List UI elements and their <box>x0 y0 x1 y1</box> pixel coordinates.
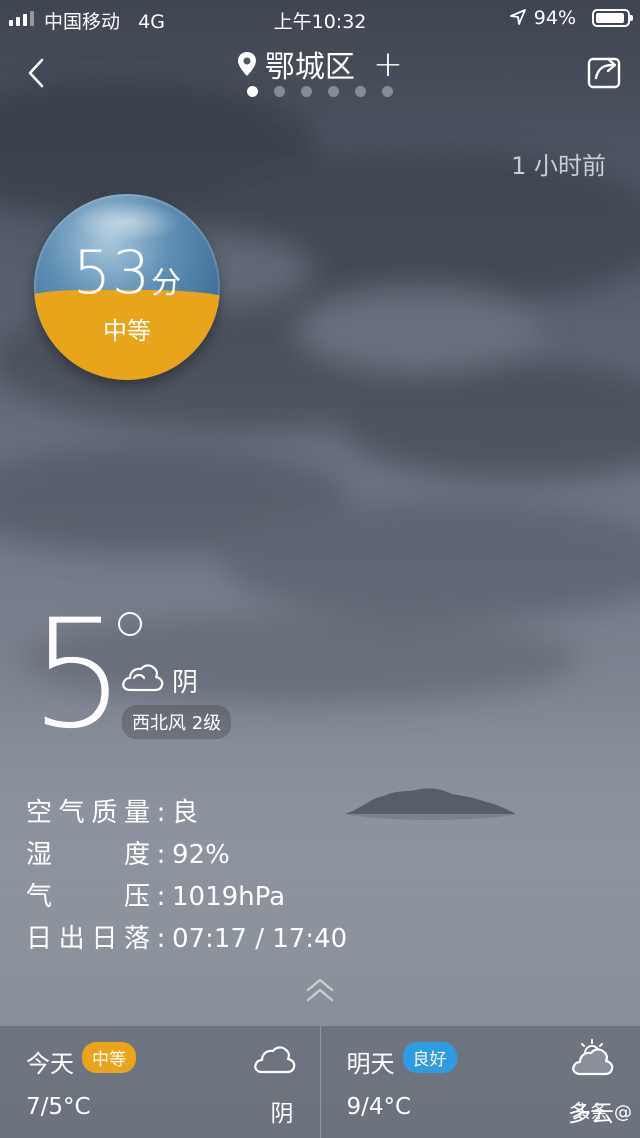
chevron-up-icon[interactable] <box>302 972 338 1008</box>
location-pin-icon <box>237 52 256 76</box>
forecast-day-label: 今天 <box>26 1050 74 1078</box>
cloud-icon <box>253 1046 295 1074</box>
page-dot <box>328 86 339 97</box>
weather-condition: 阴 <box>172 668 199 698</box>
detail-value: 1019hPa <box>172 882 286 912</box>
partly-cloudy-icon <box>572 1039 614 1076</box>
detail-label: 湿度 <box>26 840 150 870</box>
island-silhouette <box>344 788 516 820</box>
degree-symbol <box>118 612 142 636</box>
page-dot <box>247 86 258 97</box>
share-icon[interactable] <box>586 52 624 90</box>
aqi-badge: 良好 <box>402 1042 457 1073</box>
aqi-score: 53分 <box>72 238 182 308</box>
city-header[interactable]: 鄂城区 + <box>0 42 640 86</box>
forecast-today[interactable]: 今天 中等 7/5°C 阴 <box>0 1026 320 1138</box>
update-time: 1 小时前 <box>511 152 606 180</box>
location-arrow-icon <box>510 9 526 25</box>
page-dot <box>382 86 393 97</box>
detail-row-air-quality: 空气质量 : 良 <box>26 792 347 834</box>
add-city-button[interactable]: + <box>373 44 403 85</box>
detail-value: 92% <box>172 840 230 870</box>
page-dot <box>355 86 366 97</box>
detail-value: 良 <box>172 798 199 828</box>
status-bar: 中国移动 4G 上午10:32 94% <box>0 0 640 36</box>
aqi-badge: 中等 <box>82 1042 136 1073</box>
detail-row-humidity: 湿度 : 92% <box>26 834 347 876</box>
detail-label: 日出日落 <box>26 924 150 954</box>
aqi-level: 中等 <box>103 317 151 345</box>
detail-label: 气压 <box>26 882 150 912</box>
battery-icon <box>592 9 633 27</box>
detail-label: 空气质量 <box>26 798 150 828</box>
cloud-icon <box>122 664 164 692</box>
detail-row-sunrise-sunset: 日出日落 : 07:17 / 17:40 <box>26 918 347 960</box>
city-name: 鄂城区 <box>264 50 355 85</box>
forecast-day-label: 明天 <box>346 1050 395 1078</box>
current-temperature: 5 <box>30 588 126 762</box>
battery-percent: 94% <box>533 7 576 29</box>
detail-row-pressure: 气压 : 1019hPa <box>26 876 347 918</box>
page-dot <box>274 86 285 97</box>
forecast-temp: 9/4°C <box>346 1094 412 1120</box>
forecast-temp: 7/5°C <box>26 1094 91 1120</box>
detail-value: 07:17 / 17:40 <box>172 924 348 954</box>
aqi-shine <box>72 202 182 242</box>
weather-details: 空气质量 : 良 湿度 : 92% 气压 : 1019hPa 日出日落 : 07… <box>26 792 347 960</box>
page-indicator <box>0 86 640 97</box>
forecast-bar: 今天 中等 7/5°C 阴 明天 良好 9/4°C 多云 <box>0 1026 640 1138</box>
source-credit: 头条 @ <box>572 1102 632 1123</box>
forecast-condition: 阴 <box>270 1101 294 1127</box>
wind-info: 西北风 2级 <box>122 705 232 739</box>
aqi-ball[interactable]: 53分 中等 <box>34 194 220 380</box>
page-dot <box>301 86 312 97</box>
